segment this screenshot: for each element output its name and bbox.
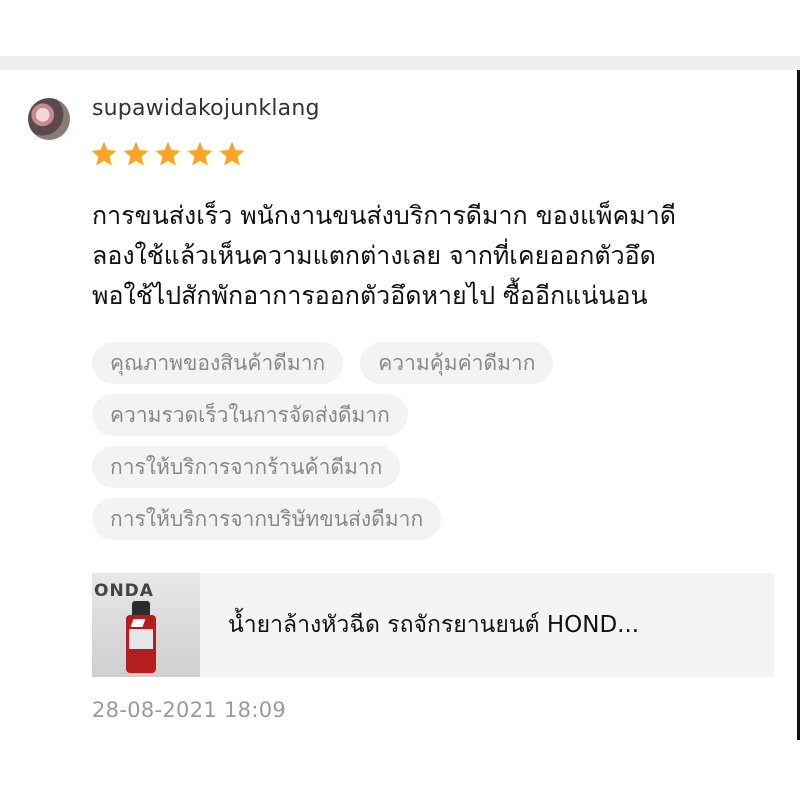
- product-card[interactable]: ONDA น้ำยาล้างหัวฉีด รถจักรยานยนต์ HOND.…: [92, 573, 774, 677]
- star-icon: [187, 141, 213, 166]
- tag-shop-service: การให้บริการจากร้านค้าดีมาก: [92, 446, 401, 488]
- tag-courier-service: การให้บริการจากบริษัทขนส่งดีมาก: [92, 498, 442, 540]
- review-text-line: ลองใช้แล้วเห็นความแตกต่างเลย จากที่เคยออ…: [92, 241, 656, 270]
- product-thumbnail[interactable]: ONDA: [92, 573, 200, 677]
- reviewer-username[interactable]: supawidakojunklang: [92, 96, 320, 121]
- star-icon: [219, 141, 245, 166]
- review-text: การขนส่งเร็ว พนักงานขนส่งบริการดีมาก ของ…: [92, 196, 772, 316]
- review-text-line: การขนส่งเร็ว พนักงานขนส่งบริการดีมาก ของ…: [92, 201, 677, 230]
- review-date: 28-08-2021 18:09: [92, 698, 287, 722]
- avatar[interactable]: [28, 98, 70, 140]
- thumbnail-sign-text: ONDA: [94, 581, 154, 601]
- star-icon: [155, 141, 181, 166]
- tag-value: ความคุ้มค่าดีมาก: [360, 342, 554, 384]
- star-icon: [91, 141, 117, 166]
- bottle-label: [129, 629, 153, 649]
- tag-product-quality: คุณภาพของสินค้าดีมาก: [92, 342, 344, 384]
- top-divider-band: [0, 56, 800, 70]
- star-rating: [90, 140, 246, 168]
- bottle-cap: [132, 601, 150, 615]
- review-tags: คุณภาพของสินค้าดีมาก ความคุ้มค่าดีมาก คว…: [92, 342, 712, 550]
- star-icon: [123, 141, 149, 166]
- review-text-line: พอใช้ไปสักพักอาการออกตัวอึดหายไป ซื้ออีก…: [92, 281, 648, 310]
- tag-shipping-speed: ความรวดเร็วในการจัดส่งดีมาก: [92, 394, 408, 436]
- product-title[interactable]: น้ำยาล้างหัวฉีด รถจักรยานยนต์ HOND...: [228, 607, 639, 643]
